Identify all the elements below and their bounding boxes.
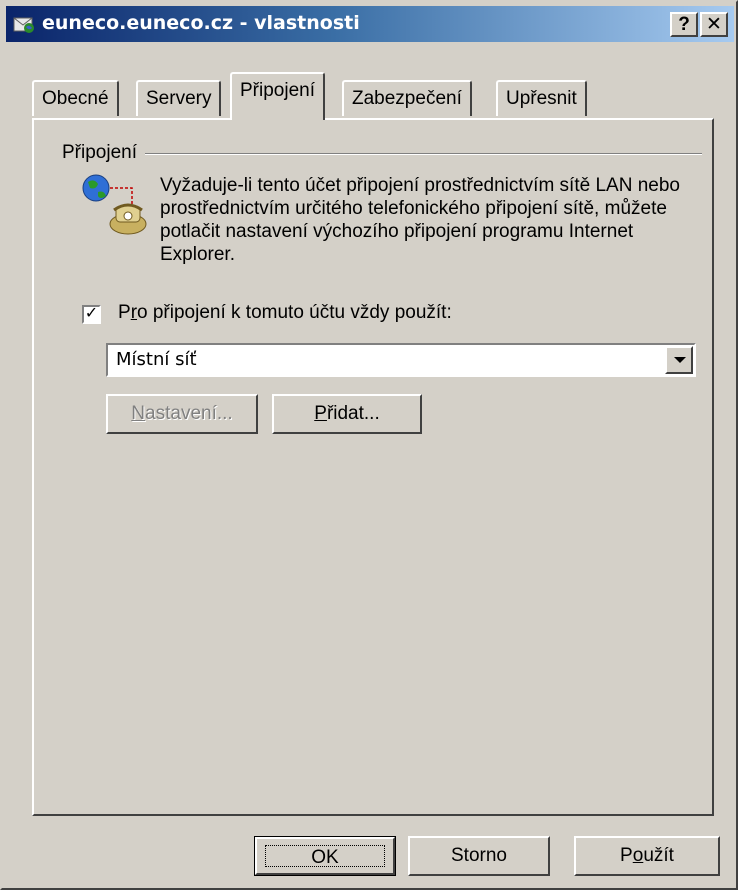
group-title: Připojení	[62, 142, 145, 164]
connection-select[interactable]: Místní síť	[106, 343, 696, 377]
close-button[interactable]: ✕	[700, 12, 728, 37]
tab-servery[interactable]: Servery	[136, 80, 222, 116]
add-button[interactable]: Přidat...	[272, 394, 422, 434]
tab-pripojeni[interactable]: Připojení	[230, 72, 325, 120]
ok-button[interactable]: OK	[254, 836, 396, 876]
mail-account-icon	[13, 17, 34, 33]
always-use-connection-label[interactable]: Pro připojení k tomuto účtu vždy použít:	[118, 302, 452, 324]
connection-icon	[82, 174, 147, 235]
tab-upresnit[interactable]: Upřesnit	[496, 80, 587, 116]
properties-dialog: euneco.euneco.cz - vlastnosti ? ✕ Obecné…	[0, 0, 738, 890]
chevron-down-icon[interactable]	[665, 346, 693, 374]
window-title: euneco.euneco.cz - vlastnosti	[42, 12, 360, 34]
cancel-button[interactable]: Storno	[408, 836, 550, 876]
connection-select-value: Místní síť	[116, 349, 197, 370]
apply-button[interactable]: Použít	[574, 836, 720, 876]
group-divider	[62, 153, 702, 155]
connection-description: Vyžaduje-li tento účet připojení prostře…	[160, 175, 680, 265]
title-bar[interactable]: euneco.euneco.cz - vlastnosti ? ✕	[6, 6, 734, 42]
always-use-connection-checkbox[interactable]: ✓	[82, 305, 101, 324]
tab-obecne[interactable]: Obecné	[32, 80, 119, 116]
tab-zabezpeceni[interactable]: Zabezpečení	[342, 80, 472, 116]
settings-button[interactable]: Nastavení...	[106, 394, 258, 434]
help-button[interactable]: ?	[670, 12, 698, 37]
